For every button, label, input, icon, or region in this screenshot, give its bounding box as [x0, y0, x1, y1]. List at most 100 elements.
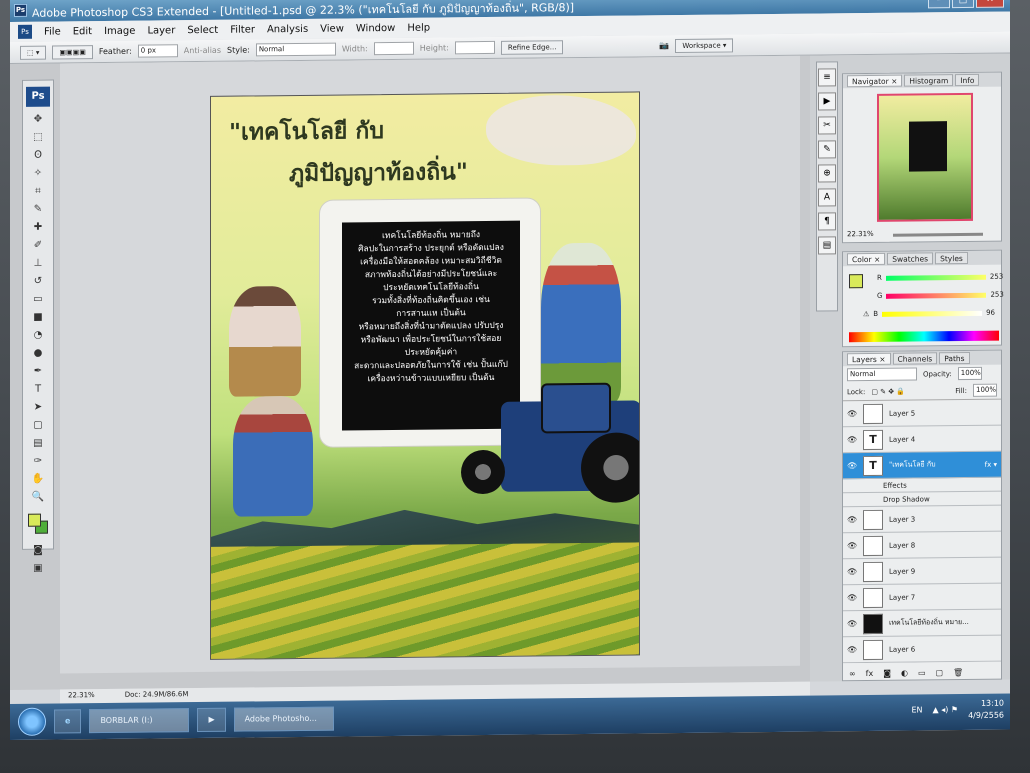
hand-tool-icon[interactable]: ✋: [26, 471, 50, 488]
layer-row[interactable]: 👁 Layer 9: [843, 557, 1001, 586]
menu-file[interactable]: File: [44, 26, 61, 37]
color-panel-fg-swatch[interactable]: [849, 274, 863, 289]
maximize-button[interactable]: □: [952, 0, 974, 9]
brushes-panel-icon[interactable]: ✎: [818, 140, 836, 159]
red-slider[interactable]: [885, 274, 986, 281]
tab-styles[interactable]: Styles: [935, 251, 968, 265]
eyedropper-icon[interactable]: ✎: [26, 201, 50, 218]
ie-icon[interactable]: e: [54, 709, 82, 734]
color-spectrum-bar[interactable]: [849, 330, 999, 343]
red-value[interactable]: 253: [990, 273, 1003, 281]
history-brush-icon[interactable]: ↺: [26, 273, 50, 290]
move-tool-icon[interactable]: ✥: [26, 111, 50, 128]
feather-input[interactable]: 0 px: [137, 44, 178, 58]
clone-source-icon[interactable]: ⊕: [818, 164, 836, 183]
tab-info[interactable]: Info: [955, 73, 980, 87]
dodge-tool-icon[interactable]: ●: [26, 345, 50, 362]
delete-layer-icon[interactable]: 🗑: [953, 668, 963, 677]
ps-menu-icon[interactable]: Ps: [18, 24, 32, 39]
layer-row[interactable]: 👁 Layer 6: [843, 635, 1001, 664]
eye-icon[interactable]: 👁: [847, 593, 857, 602]
navigator-preview[interactable]: [877, 92, 973, 222]
eye-icon[interactable]: 👁: [847, 461, 857, 470]
notes-tool-icon[interactable]: ▤: [26, 435, 50, 452]
width-input[interactable]: [373, 41, 414, 56]
menu-layer[interactable]: Layer: [147, 25, 175, 36]
layer-row[interactable]: 👁 Layer 7: [843, 583, 1001, 612]
layer-comps-icon[interactable]: ▤: [818, 236, 836, 255]
foreground-color-swatch[interactable]: [28, 513, 41, 527]
layer-row[interactable]: 👁 Layer 5: [843, 399, 1001, 428]
character-panel-icon[interactable]: A: [818, 188, 836, 207]
eyedropper-2-icon[interactable]: ✑: [26, 453, 50, 470]
close-button[interactable]: ✕: [976, 0, 1004, 8]
eye-icon[interactable]: 👁: [847, 515, 857, 524]
lasso-tool-icon[interactable]: ʘ: [26, 147, 50, 164]
tray-icons[interactable]: ▲ ◂) ⚑: [933, 704, 959, 716]
screen-mode-icon[interactable]: ▣: [26, 560, 50, 577]
language-indicator[interactable]: EN: [911, 704, 922, 716]
menu-view[interactable]: View: [320, 23, 344, 34]
new-group-icon[interactable]: ▭: [918, 668, 926, 677]
type-tool-icon[interactable]: T: [26, 381, 50, 398]
lock-icons[interactable]: ▢ ✎ ✥ 🔒: [871, 387, 905, 395]
tab-navigator[interactable]: Navigator ×: [847, 74, 903, 88]
eraser-icon[interactable]: ▭: [26, 291, 50, 308]
paragraph-panel-icon[interactable]: ¶: [818, 212, 836, 231]
blur-tool-icon[interactable]: ◔: [26, 327, 50, 344]
clock[interactable]: 13:10 4/9/2556: [968, 698, 1004, 722]
fx-icon[interactable]: fx ▾: [985, 460, 997, 468]
antialias-checkbox[interactable]: Anti-alias: [184, 46, 221, 55]
minimize-button[interactable]: –: [928, 0, 950, 9]
crop-tool-icon[interactable]: ⌗: [26, 183, 50, 200]
marquee-tool-icon[interactable]: ⬚ ▾: [20, 45, 47, 60]
tab-paths[interactable]: Paths: [939, 351, 970, 365]
layer-row[interactable]: 👁 เทคโนโลยีท้องถิ่น หมาย...: [843, 609, 1001, 638]
start-button[interactable]: [18, 707, 46, 736]
marquee-tool-icon[interactable]: ⬚: [26, 129, 50, 146]
eye-icon[interactable]: 👁: [847, 435, 857, 444]
warning-icon[interactable]: ⚠: [863, 310, 869, 318]
taskbar-item-explorer[interactable]: BORBLAR (I:): [89, 708, 190, 734]
shape-tool-icon[interactable]: ▢: [26, 417, 50, 434]
media-player-icon[interactable]: ▶: [197, 707, 226, 733]
navigator-zoom-value[interactable]: 22.31%: [847, 230, 874, 238]
path-select-icon[interactable]: ➤: [26, 399, 50, 416]
menu-window[interactable]: Window: [356, 22, 395, 33]
eye-icon[interactable]: 👁: [847, 567, 857, 576]
document-canvas[interactable]: "เทคโนโลยี กับ ภูมิปัญญาท้องถิ่น" เทคโนโ…: [210, 91, 640, 660]
brush-tool-icon[interactable]: ✐: [26, 237, 50, 254]
tool-presets-icon[interactable]: ✂: [818, 116, 836, 135]
blue-value[interactable]: 96: [986, 309, 995, 317]
add-mask-icon[interactable]: ◙: [883, 669, 891, 678]
tab-color[interactable]: Color ×: [847, 252, 886, 266]
quick-mask-icon[interactable]: ◙: [26, 542, 50, 559]
status-zoom[interactable]: 22.31%: [68, 691, 95, 701]
tab-layers[interactable]: Layers ×: [847, 352, 891, 366]
layer-row-selected[interactable]: 👁 T "เทคโนโลยี กับ fx ▾: [843, 451, 1001, 480]
eye-icon[interactable]: 👁: [847, 409, 857, 418]
blue-slider[interactable]: [882, 310, 983, 317]
clone-stamp-icon[interactable]: ⊥: [26, 255, 50, 272]
layer-row[interactable]: 👁 Layer 3: [843, 505, 1001, 534]
magic-wand-icon[interactable]: ✧: [26, 165, 50, 182]
tab-channels[interactable]: Channels: [892, 352, 938, 365]
eye-icon[interactable]: 👁: [847, 541, 857, 550]
history-panel-icon[interactable]: ≡: [818, 68, 836, 87]
menu-edit[interactable]: Edit: [73, 26, 92, 37]
navigator-zoom-slider[interactable]: [893, 232, 983, 237]
menu-analysis[interactable]: Analysis: [267, 23, 308, 34]
menu-image[interactable]: Image: [104, 25, 135, 36]
blend-mode-select[interactable]: Normal: [847, 367, 917, 382]
color-swatches[interactable]: [26, 512, 50, 536]
workspace-button[interactable]: Workspace ▾: [675, 37, 734, 53]
layer-row[interactable]: 👁 T Layer 4: [843, 425, 1001, 454]
height-input[interactable]: [454, 40, 495, 55]
fill-input[interactable]: 100%: [972, 383, 997, 397]
selection-mode-icons[interactable]: ▣▣▣▣: [52, 44, 93, 60]
healing-brush-icon[interactable]: ✚: [26, 219, 50, 236]
pen-tool-icon[interactable]: ✒: [26, 363, 50, 380]
menu-select[interactable]: Select: [187, 24, 218, 35]
menu-help[interactable]: Help: [407, 22, 430, 33]
bridge-icon[interactable]: 📷: [659, 41, 669, 50]
